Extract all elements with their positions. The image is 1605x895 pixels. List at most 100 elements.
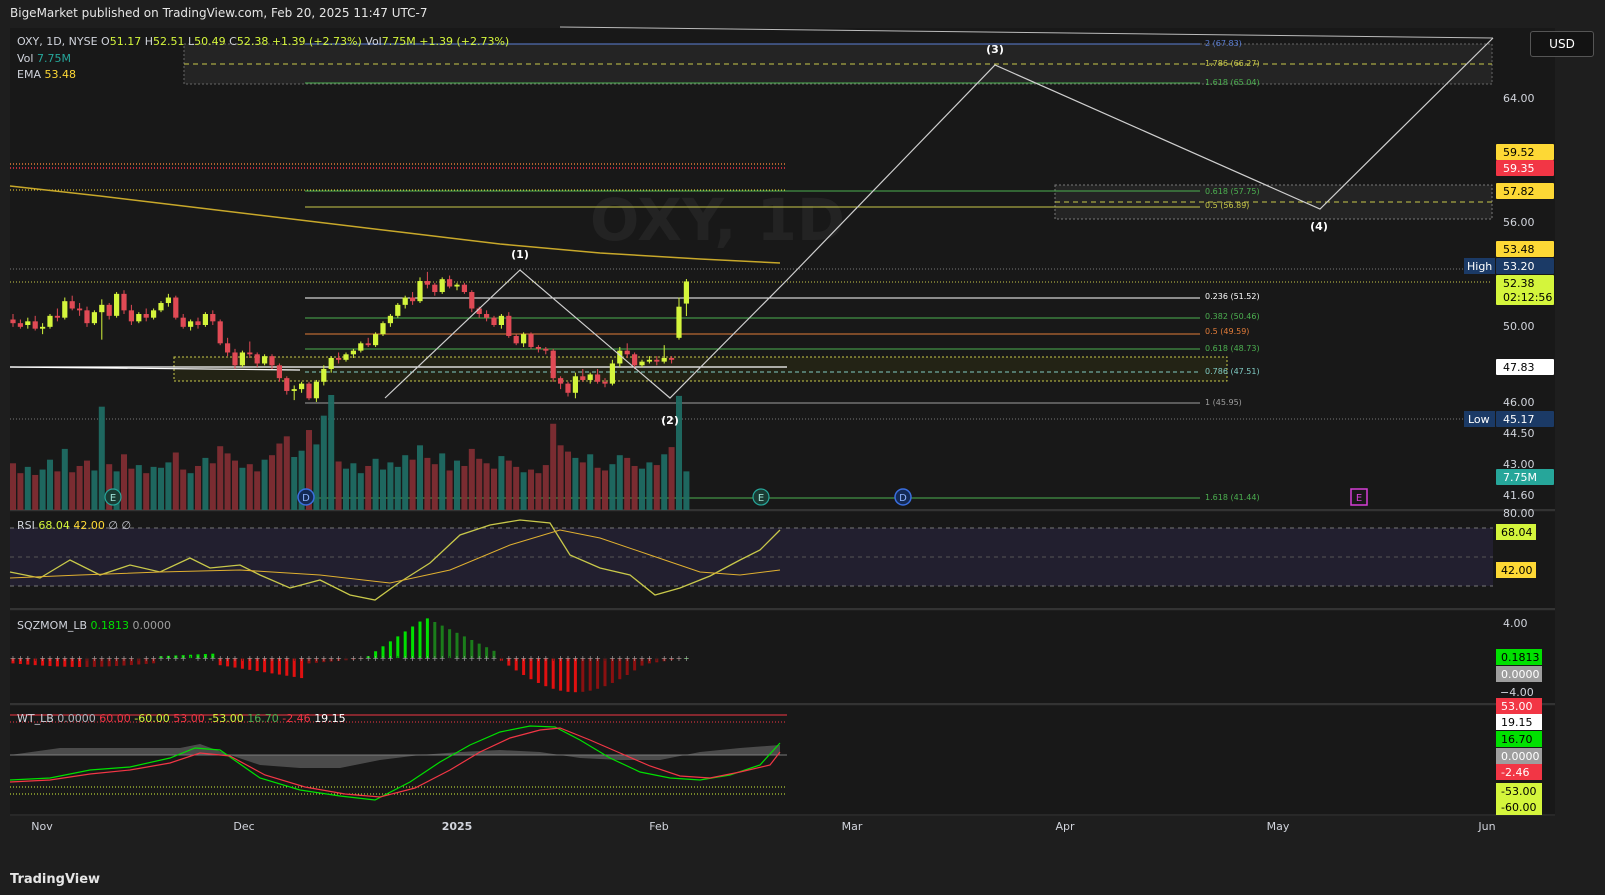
wt-badge-label: -53.00 [1501, 785, 1536, 798]
volume-bar [91, 470, 98, 510]
volume-bar [224, 453, 231, 510]
volume-bar [483, 463, 490, 510]
sqz-dot: + [24, 654, 31, 663]
sqz-dot: + [624, 654, 631, 663]
volume-bar [276, 443, 283, 510]
price-chart-svg[interactable]: OXY, 1D 2 (67.83) 1.786 (66.27) 1.618 (65.0… [0, 26, 1605, 866]
sqz-dot: + [483, 654, 490, 663]
candle-body [432, 284, 438, 293]
candle-body [395, 304, 401, 316]
chart-area[interactable]: OXY, 1D 2 (67.83) 1.786 (66.27) 1.618 (65.0… [0, 26, 1605, 866]
candle-body [646, 359, 652, 362]
sqz-dot: + [246, 654, 253, 663]
candle-body [239, 352, 245, 366]
candle-body [669, 357, 675, 360]
sqz-dot: + [594, 654, 601, 663]
candle-body [491, 317, 497, 325]
volume-bar [424, 457, 431, 510]
candle-body [513, 335, 519, 344]
sqz-dot: + [609, 654, 616, 663]
candle-body [232, 352, 238, 366]
candle-body [306, 383, 312, 399]
candle-body [535, 346, 541, 349]
volume-bar [557, 445, 564, 510]
sqz-dot: + [291, 654, 298, 663]
candle-body [165, 297, 171, 304]
sqz-dot: + [217, 654, 224, 663]
candle-body [365, 343, 371, 346]
candle-body [210, 314, 216, 322]
candle-body [195, 321, 201, 325]
wave-label: (1) [511, 248, 529, 261]
volume-bar [350, 463, 357, 510]
sqz-dot: + [394, 654, 401, 663]
publisher-text: BigeMarket published on TradingView.com,… [10, 6, 428, 20]
volume-bar [528, 469, 534, 510]
sqz-dot: + [616, 654, 623, 663]
sqz-dot: + [158, 654, 165, 663]
time-axis-label: Nov [31, 820, 53, 833]
volume-bar [254, 471, 261, 510]
candle-body [188, 321, 194, 327]
candle-body [587, 374, 593, 380]
sqz-dot: + [535, 654, 542, 663]
candle-body [565, 383, 571, 393]
sqz-dot: + [269, 654, 276, 663]
sqz-dot: + [98, 654, 105, 663]
candle-body [25, 321, 31, 325]
candle-body [447, 279, 453, 287]
volume-bar [10, 463, 16, 510]
candle-body [676, 306, 682, 338]
fib-label: 1.618 (41.44) [1205, 493, 1260, 502]
publisher-bar: BigeMarket published on TradingView.com,… [0, 0, 1605, 26]
candle-body [121, 293, 127, 311]
time-axis-label: 2025 [442, 820, 473, 833]
sqz-dot: + [498, 654, 505, 663]
volume-bar [461, 465, 468, 510]
sqz-axis-tick: −4.00 [1500, 686, 1534, 699]
sqz-dot: + [439, 654, 446, 663]
sqz-badge-label: 0.1813 [1501, 651, 1540, 664]
sqz-dot: + [180, 654, 187, 663]
sqz-dot: + [150, 654, 157, 663]
sqz-dot: + [335, 654, 342, 663]
volume-bar [609, 464, 616, 510]
sqz-dot: + [676, 654, 683, 663]
candle-body [128, 310, 134, 322]
volume-bar [98, 406, 105, 510]
candle-body [528, 334, 534, 347]
candle-body [654, 359, 660, 362]
candle-body [484, 314, 490, 318]
sqz-dot: + [461, 654, 468, 663]
volume-bar [572, 457, 579, 510]
wt-legend: WT_LB 0.0000 60.00 -60.00 53.00 -53.00 1… [17, 712, 346, 725]
volume-bar [150, 466, 157, 510]
currency-button[interactable]: USD [1530, 31, 1594, 57]
sqz-dot: + [276, 654, 283, 663]
sqz-dot: + [128, 654, 135, 663]
sqz-dot: + [602, 654, 609, 663]
volume-bar [291, 456, 298, 510]
candle-body [84, 310, 90, 324]
fib-label: 1.618 (65.04) [1205, 78, 1260, 87]
candle-body [114, 293, 120, 316]
candle-body [410, 297, 416, 302]
volume-bar [542, 465, 549, 510]
volume-bar [431, 464, 438, 510]
candle-body [262, 356, 268, 364]
earnings-marker-label: E [758, 493, 764, 504]
volume-bar [498, 456, 505, 510]
sqz-dot: + [572, 654, 579, 663]
candle-body [624, 350, 630, 355]
candle-body [350, 350, 356, 355]
candle-body [40, 326, 46, 329]
candle-body [336, 357, 342, 360]
sqz-dot: + [172, 654, 179, 663]
sqz-dot: + [195, 654, 202, 663]
sqz-dot: + [446, 654, 453, 663]
volume-bar [328, 395, 335, 510]
sqz-dot: + [646, 654, 653, 663]
volume-bar [624, 457, 631, 510]
volume-bar [417, 445, 423, 510]
wave-label: (3) [986, 43, 1004, 56]
